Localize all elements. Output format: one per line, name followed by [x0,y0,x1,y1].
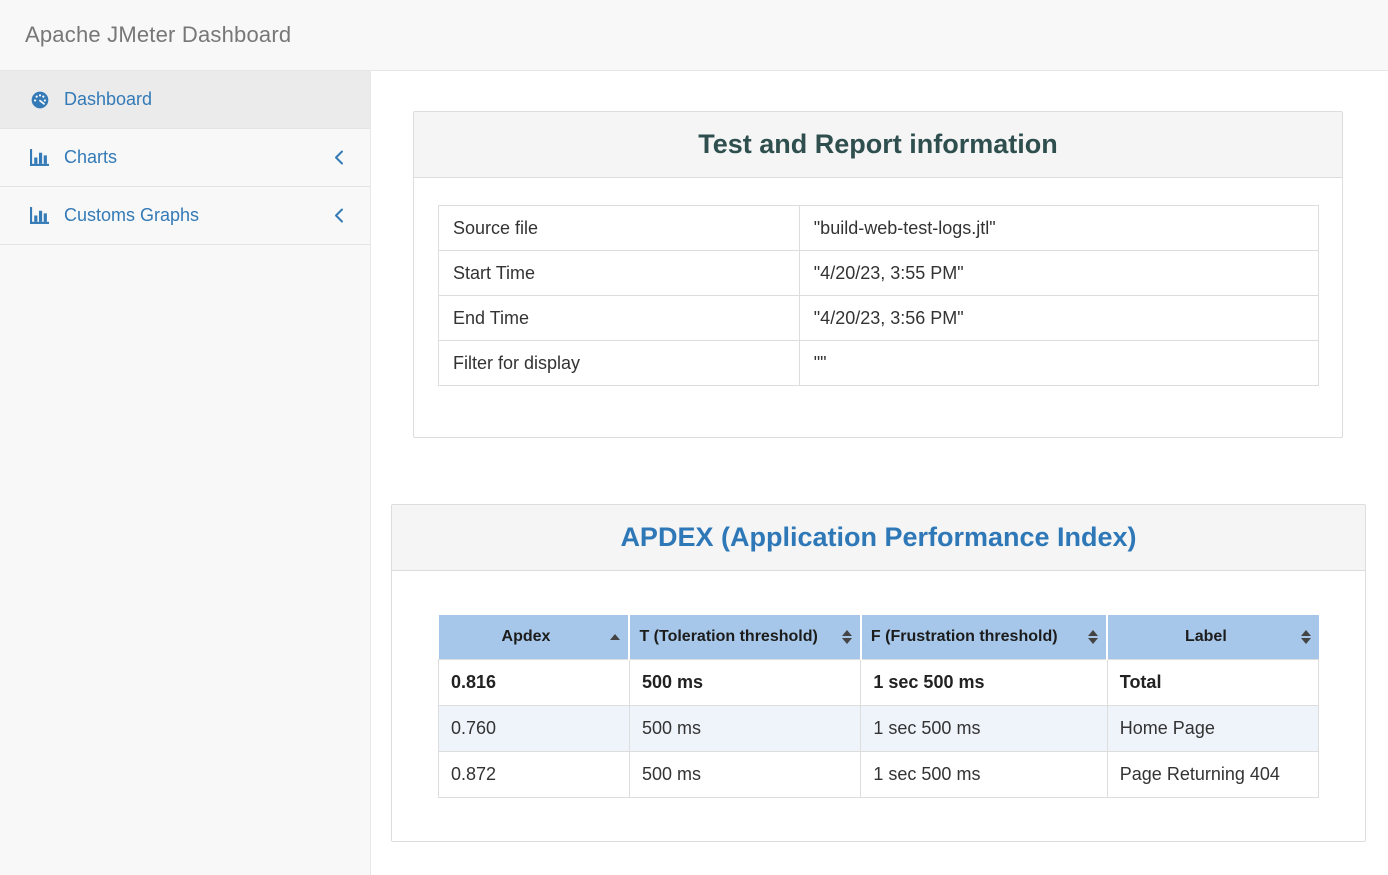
info-value: "4/20/23, 3:56 PM" [799,296,1318,341]
sidebar-item-charts[interactable]: Charts [0,129,370,187]
toleration-value: 500 ms [629,751,860,797]
info-value: "build-web-test-logs.jtl" [799,206,1318,251]
label-value: Total [1107,659,1318,705]
sidebar-item-label: Charts [64,147,117,168]
toleration-value: 500 ms [629,659,860,705]
label-value: Home Page [1107,705,1318,751]
table-row: End Time "4/20/23, 3:56 PM" [439,296,1319,341]
info-label: Start Time [439,251,800,296]
test-info-panel-title: Test and Report information [414,112,1342,178]
table-row-total: 0.816 500 ms 1 sec 500 ms Total [439,659,1319,705]
sort-both-icon [1088,630,1098,644]
info-value: "4/20/23, 3:55 PM" [799,251,1318,296]
apdex-panel-body: Apdex T (Toleration threshold) [392,571,1365,841]
sort-asc-icon [610,634,620,640]
page-title: Apache JMeter Dashboard [25,22,291,48]
apdex-value: 0.872 [439,751,630,797]
info-label: Filter for display [439,341,800,386]
column-header-label: Label [1185,628,1227,645]
info-label: Source file [439,206,800,251]
column-header-toleration[interactable]: T (Toleration threshold) [629,615,860,659]
apdex-value: 0.816 [439,659,630,705]
frustration-value: 1 sec 500 ms [861,659,1107,705]
chevron-left-icon [334,150,344,165]
sort-both-icon [1301,630,1311,644]
apdex-value: 0.760 [439,705,630,751]
apdex-panel: APDEX (Application Performance Index) Ap… [391,504,1366,842]
chevron-left-icon [334,208,344,223]
sidebar: Dashboard Charts [0,71,371,875]
info-value: "" [799,341,1318,386]
column-header-label: F (Frustration threshold) [871,628,1058,645]
sidebar-item-label: Dashboard [64,89,152,110]
table-row: 0.872 500 ms 1 sec 500 ms Page Returning… [439,751,1319,797]
column-header-label: Apdex [502,628,551,645]
sidebar-item-customs-graphs[interactable]: Customs Graphs [0,187,370,245]
app-header: Apache JMeter Dashboard [0,0,1388,71]
apdex-panel-title: APDEX (Application Performance Index) [392,505,1365,571]
frustration-value: 1 sec 500 ms [861,705,1107,751]
column-header-apdex[interactable]: Apdex [439,615,630,659]
test-info-panel: Test and Report information Source file … [413,111,1343,438]
column-header-label-col[interactable]: Label [1107,615,1318,659]
table-row: Start Time "4/20/23, 3:55 PM" [439,251,1319,296]
bar-chart-icon [30,149,52,166]
label-value: Page Returning 404 [1107,751,1318,797]
test-info-table: Source file "build-web-test-logs.jtl" St… [438,205,1319,386]
sort-both-icon [842,630,852,644]
table-header-row: Apdex T (Toleration threshold) [439,615,1319,659]
toleration-value: 500 ms [629,705,860,751]
table-row: Source file "build-web-test-logs.jtl" [439,206,1319,251]
dashboard-gauge-icon [30,91,52,109]
sidebar-item-dashboard[interactable]: Dashboard [0,71,370,129]
column-header-label: T (Toleration threshold) [639,628,817,645]
main-content: Test and Report information Source file … [371,71,1388,875]
sidebar-item-label: Customs Graphs [64,205,199,226]
frustration-value: 1 sec 500 ms [861,751,1107,797]
test-info-panel-body: Source file "build-web-test-logs.jtl" St… [414,178,1342,437]
table-row: 0.760 500 ms 1 sec 500 ms Home Page [439,705,1319,751]
info-label: End Time [439,296,800,341]
column-header-frustration[interactable]: F (Frustration threshold) [861,615,1107,659]
table-row: Filter for display "" [439,341,1319,386]
apdex-table: Apdex T (Toleration threshold) [438,615,1319,798]
bar-chart-icon [30,207,52,224]
